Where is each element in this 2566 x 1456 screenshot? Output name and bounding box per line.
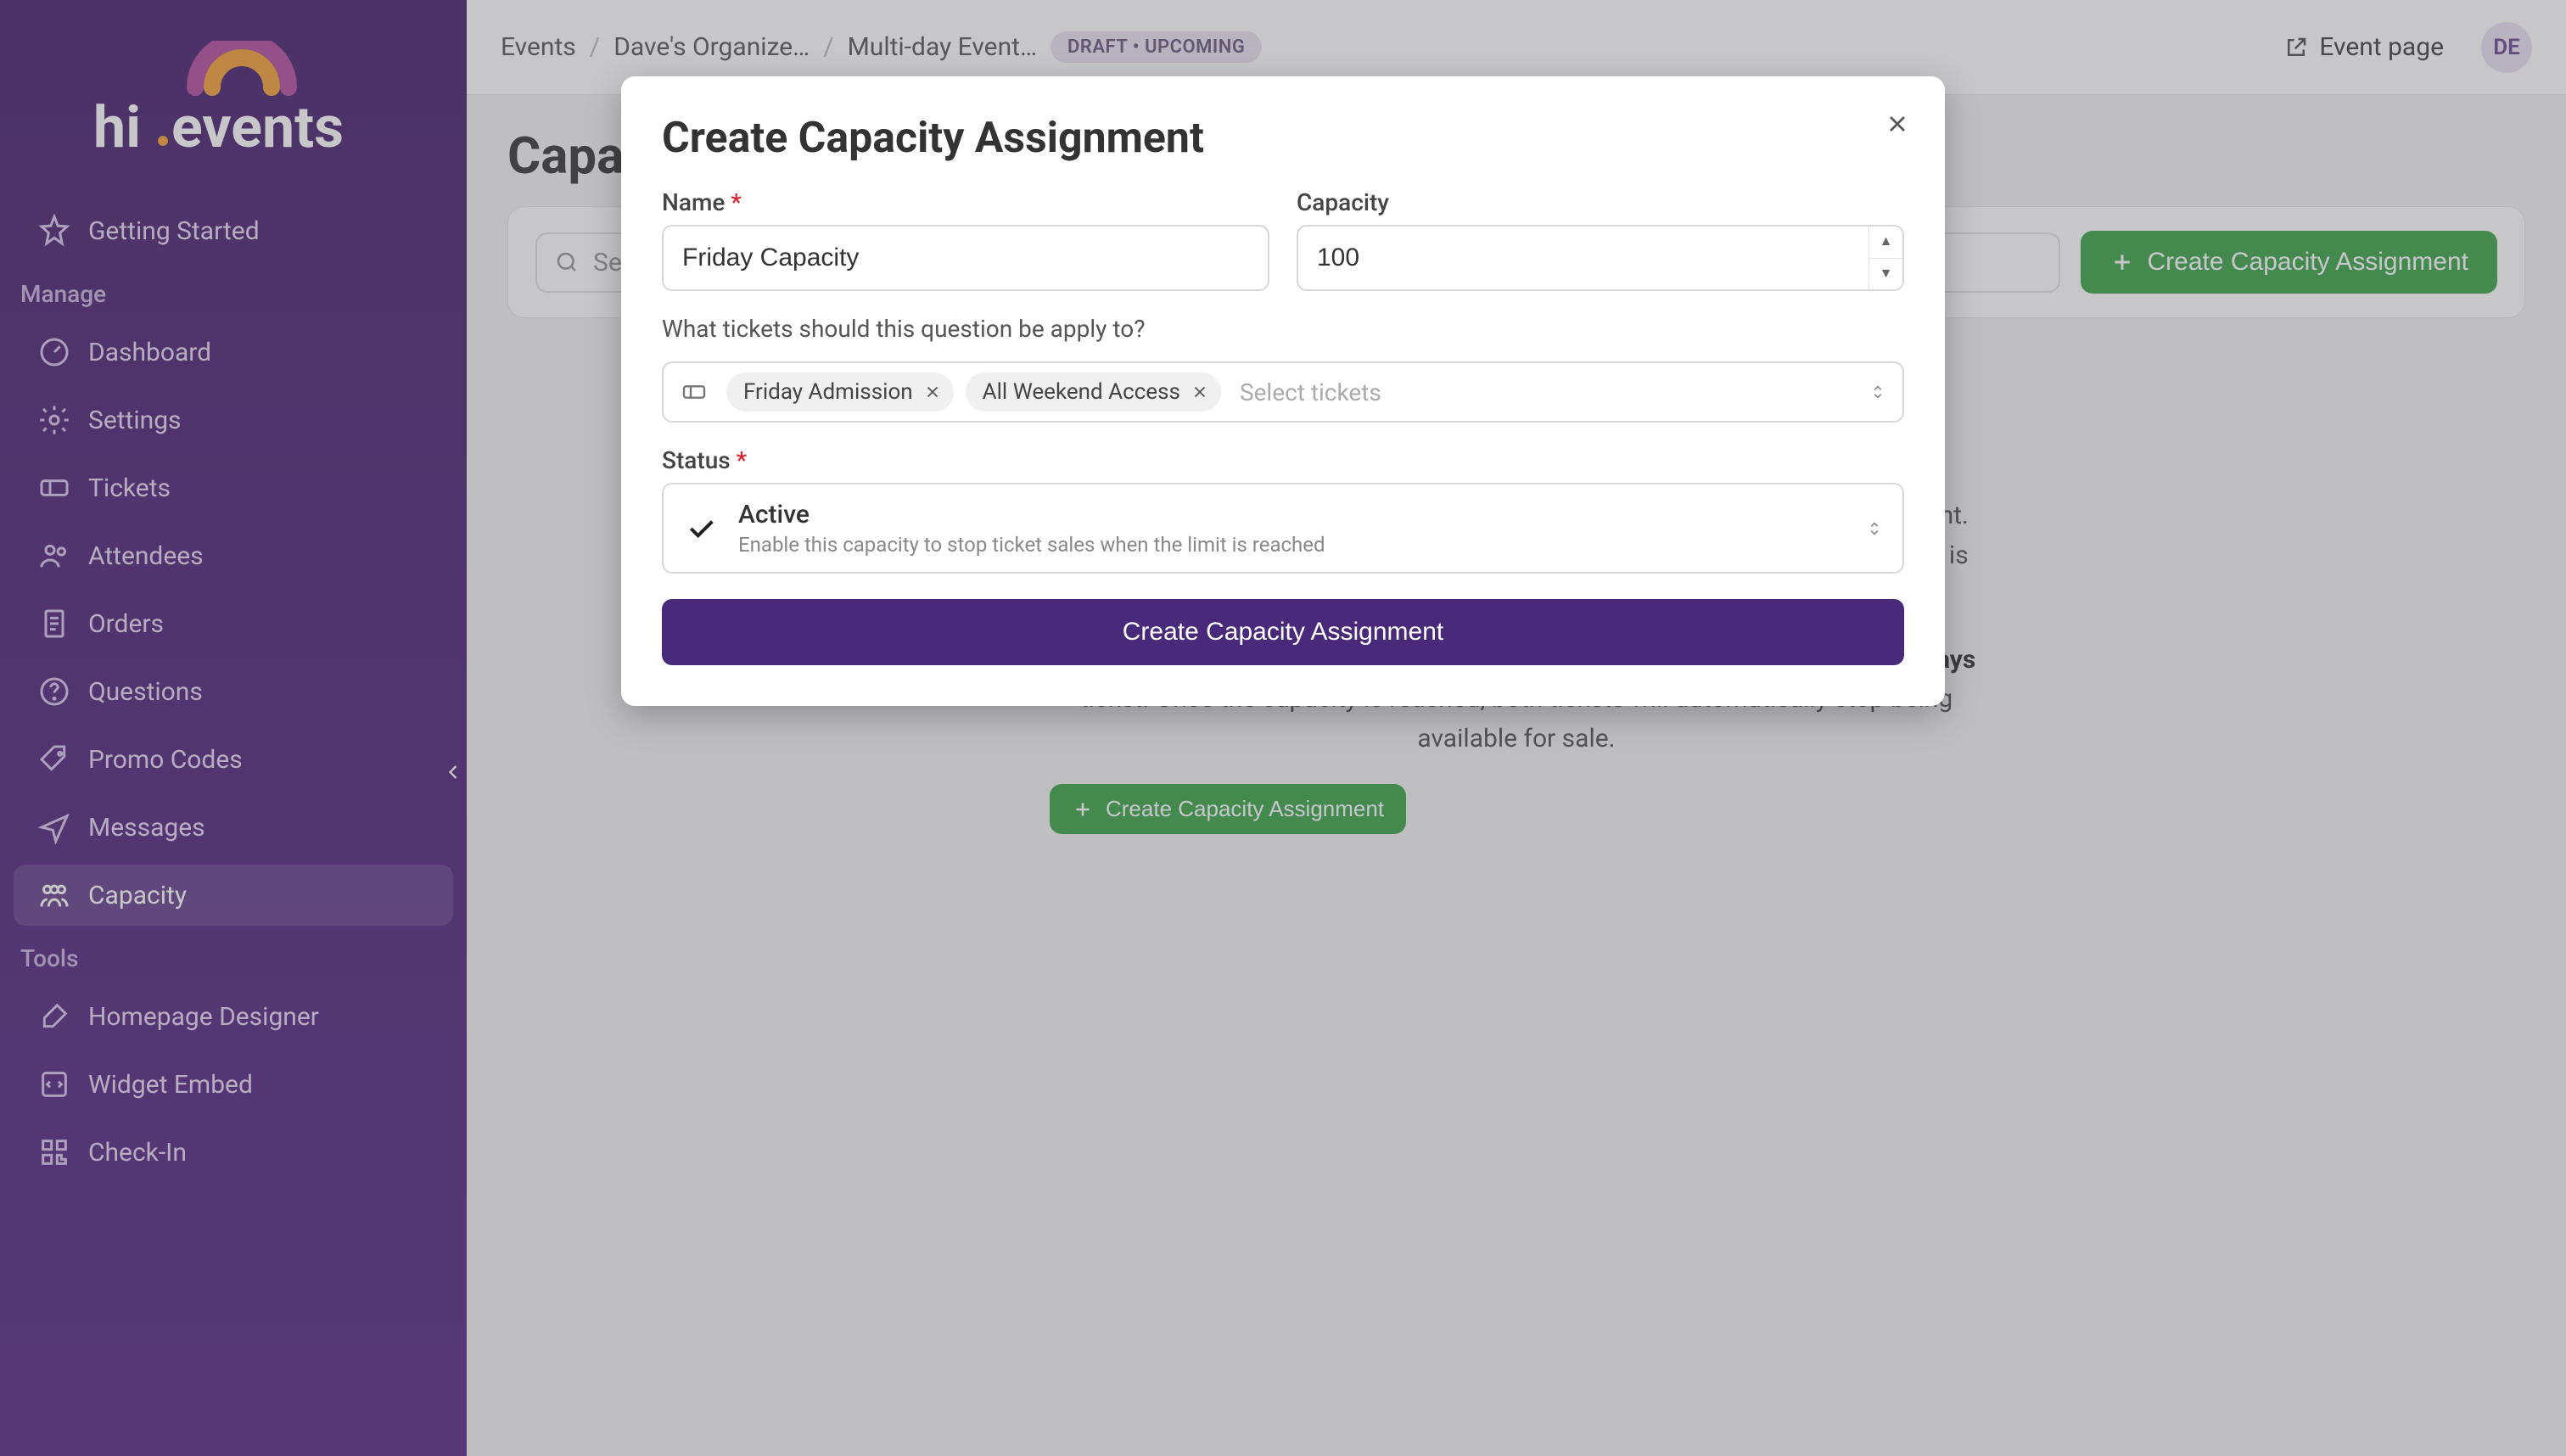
capacity-field-group: Capacity ▲ ▼	[1297, 188, 1904, 291]
modal-submit-button[interactable]: Create Capacity Assignment	[662, 599, 1904, 665]
tickets-placeholder: Select tickets	[1233, 378, 1381, 406]
status-label: Status *	[662, 446, 1904, 474]
modal-scrim[interactable]: Create Capacity Assignment Name * Capaci…	[0, 0, 2566, 1456]
name-input[interactable]	[662, 225, 1269, 291]
check-icon	[682, 510, 720, 547]
remove-tag-button[interactable]	[1191, 383, 1209, 401]
ticket-tag-label: All Weekend Access	[983, 379, 1180, 405]
modal-close-button[interactable]	[1879, 105, 1916, 143]
status-value: Active	[738, 500, 1325, 529]
ticket-tag: Friday Admission	[726, 372, 954, 412]
name-label: Name *	[662, 188, 1269, 216]
capacity-input[interactable]	[1297, 225, 1904, 291]
create-capacity-modal: Create Capacity Assignment Name * Capaci…	[621, 76, 1945, 706]
capacity-stepper: ▲ ▼	[1868, 227, 1902, 289]
tickets-question-label: What tickets should this question be app…	[662, 315, 1904, 343]
status-help: Enable this capacity to stop ticket sale…	[738, 533, 1325, 557]
capacity-label: Capacity	[1297, 188, 1904, 216]
required-asterisk: *	[731, 188, 741, 216]
capacity-step-down[interactable]: ▼	[1869, 259, 1902, 290]
name-field-group: Name *	[662, 188, 1269, 291]
name-label-text: Name	[662, 188, 725, 216]
status-texts: Active Enable this capacity to stop tick…	[738, 500, 1325, 557]
close-icon	[1884, 110, 1911, 137]
chevron-updown-icon	[1865, 519, 1884, 538]
status-select[interactable]: Active Enable this capacity to stop tick…	[662, 483, 1904, 574]
remove-tag-button[interactable]	[923, 383, 942, 401]
ticket-icon	[681, 378, 708, 406]
ticket-tag: All Weekend Access	[966, 372, 1221, 412]
ticket-tag-label: Friday Admission	[743, 379, 913, 405]
status-label-text: Status	[662, 446, 731, 474]
chevron-updown-icon	[1868, 383, 1887, 401]
modal-title: Create Capacity Assignment	[662, 114, 1904, 163]
capacity-step-up[interactable]: ▲	[1869, 227, 1902, 259]
required-asterisk: *	[737, 446, 747, 474]
tickets-multiselect[interactable]: Friday Admission All Weekend Access Sele…	[662, 361, 1904, 423]
